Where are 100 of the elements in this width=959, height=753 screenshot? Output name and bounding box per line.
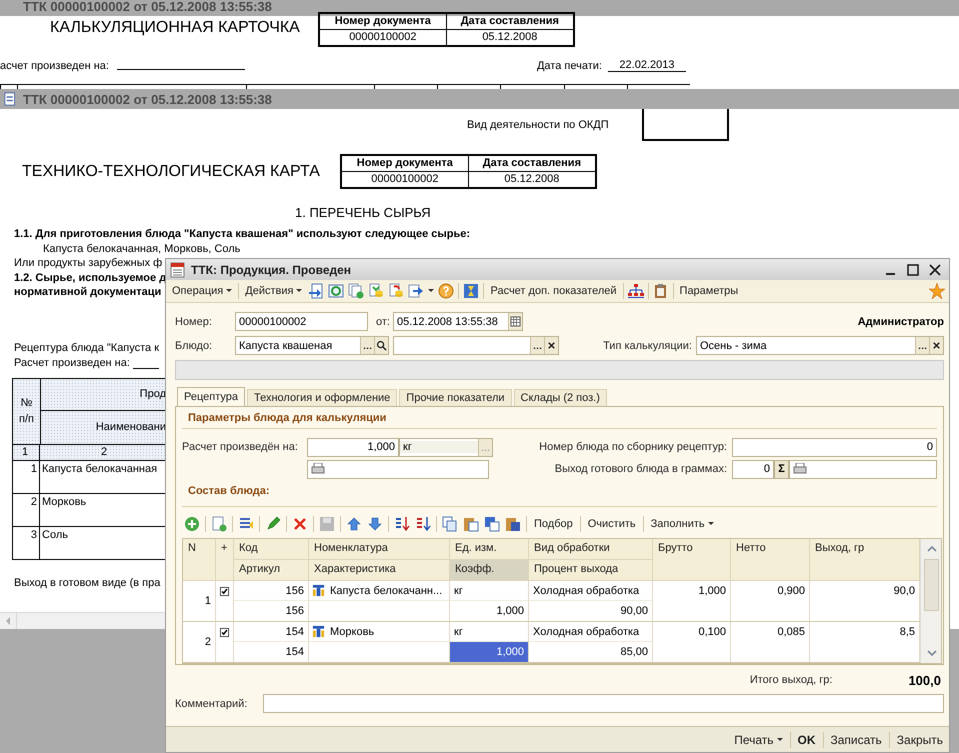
table-cell[interactable]: 1,000 bbox=[450, 601, 529, 621]
copy-icon[interactable] bbox=[442, 516, 458, 532]
table-cell: 85,00 bbox=[529, 642, 653, 662]
output-field[interactable]: 0 bbox=[732, 460, 774, 478]
add-icon[interactable] bbox=[184, 516, 200, 532]
doc-coins-icon[interactable] bbox=[368, 283, 384, 299]
calendar-icon[interactable] bbox=[508, 313, 522, 330]
checkbox[interactable] bbox=[220, 586, 229, 597]
table-cell-text: Соль bbox=[41, 528, 69, 542]
dish-field[interactable]: Капуста квашеная bbox=[235, 336, 389, 355]
vertical-scrollbar[interactable] bbox=[920, 539, 941, 663]
total-value: 100,0 bbox=[908, 672, 941, 688]
paragraph: 1.1. Для приготовления блюда "Капуста квашеная" используют следующее сырье: bbox=[14, 227, 470, 242]
table-cell: 2 bbox=[183, 622, 216, 662]
clear-icon[interactable] bbox=[929, 337, 943, 354]
print-field[interactable] bbox=[789, 460, 937, 478]
sum-button[interactable]: Σ bbox=[774, 460, 789, 478]
column-header[interactable]: + bbox=[216, 539, 234, 581]
document-heading: ТЕХНИКО-ТЕХНОЛОГИЧЕСКАЯ КАРТА bbox=[22, 162, 320, 180]
paste-disk-icon[interactable] bbox=[505, 516, 521, 532]
paste-icon[interactable] bbox=[463, 516, 479, 532]
tab[interactable]: Технология и оформление bbox=[247, 389, 398, 406]
column-header[interactable]: N bbox=[183, 539, 216, 581]
report-heading: КАЛЬКУЛЯЦИОННАЯ КАРТОЧКА bbox=[50, 19, 300, 37]
table-header: № п/п bbox=[13, 378, 41, 444]
caret-icon[interactable] bbox=[428, 289, 434, 293]
sort-ascending-icon[interactable] bbox=[394, 516, 410, 532]
table-cell-text: 00000100002 bbox=[370, 172, 440, 187]
select-button[interactable]: Подбор bbox=[532, 518, 575, 530]
hourglass-icon[interactable] bbox=[463, 283, 480, 299]
calc-label: асчет произведен на: bbox=[0, 60, 109, 72]
delete-icon[interactable] bbox=[292, 516, 308, 532]
column-header[interactable]: Брутто bbox=[653, 539, 731, 581]
number-field[interactable]: 00000100002 bbox=[235, 312, 368, 331]
parameters-button[interactable]: Параметры bbox=[678, 285, 740, 297]
user-name: Администратор bbox=[858, 316, 944, 328]
column-header[interactable]: Вид обработки bbox=[529, 539, 653, 560]
checkbox[interactable] bbox=[220, 627, 229, 638]
printer-icon[interactable] bbox=[311, 463, 325, 475]
column-header[interactable]: Код bbox=[234, 539, 309, 560]
column-header[interactable]: Артикул bbox=[234, 560, 309, 581]
fill-menu[interactable]: Заполнить bbox=[648, 518, 716, 530]
paste-special-icon[interactable] bbox=[484, 516, 500, 532]
calc-indicators-button[interactable]: Расчет доп. показателей bbox=[488, 285, 619, 297]
close-icon[interactable] bbox=[929, 264, 941, 276]
column-header[interactable]: Процент выхода bbox=[529, 560, 653, 581]
table-cell: 0,100 bbox=[653, 622, 731, 662]
tab[interactable]: Прочие показатели bbox=[399, 389, 512, 406]
dialog-button[interactable]: Закрыть bbox=[894, 732, 946, 746]
clear-icon[interactable] bbox=[544, 337, 558, 354]
help-icon[interactable] bbox=[438, 283, 454, 299]
window-title: ТТК 00000100002 от 05.12.2008 13:55:38 bbox=[22, 0, 272, 14]
print-menu[interactable]: Печать bbox=[731, 732, 786, 746]
sort-descending-icon[interactable] bbox=[415, 516, 431, 532]
paragraph: Капуста белокачанная, Морковь, Соль bbox=[43, 242, 240, 256]
table-header: Дата составления bbox=[446, 14, 573, 29]
unit-field[interactable]: кг bbox=[399, 438, 493, 456]
caret-icon bbox=[296, 289, 302, 293]
clipboard-icon[interactable] bbox=[652, 283, 669, 299]
tab[interactable]: Рецептура bbox=[177, 387, 245, 406]
table-header: Прод bbox=[41, 378, 166, 410]
pencil-icon[interactable] bbox=[265, 516, 281, 532]
arrow-down-icon[interactable] bbox=[367, 516, 383, 532]
copy-add-icon[interactable] bbox=[348, 283, 364, 299]
refresh-icon[interactable] bbox=[328, 283, 344, 299]
doc-coins-back-icon[interactable] bbox=[388, 283, 404, 299]
calc-type-field[interactable]: Осень - зима bbox=[696, 336, 944, 355]
horizontal-scrollbar[interactable] bbox=[0, 612, 165, 629]
dialog-button[interactable]: OK bbox=[794, 732, 818, 746]
table-cell: кг bbox=[450, 581, 529, 601]
scroll-thumb[interactable] bbox=[924, 559, 939, 611]
maximize-icon[interactable] bbox=[907, 264, 919, 276]
output-label: Выход готового блюда в граммах: bbox=[554, 463, 728, 475]
printer-icon[interactable] bbox=[793, 463, 807, 475]
actions-menu[interactable]: Действия bbox=[243, 285, 304, 297]
clear-button[interactable]: Очистить bbox=[586, 518, 638, 530]
comment-field[interactable] bbox=[263, 694, 944, 713]
output-note: Выход в готовом виде (в пра bbox=[14, 576, 160, 588]
table-cell[interactable]: 1,000 bbox=[450, 642, 529, 662]
operation-menu[interactable]: Операция bbox=[170, 285, 234, 297]
search-icon[interactable] bbox=[374, 337, 388, 354]
date-field[interactable]: 05.12.2008 13:55:38 bbox=[392, 312, 523, 331]
print-field[interactable] bbox=[307, 460, 489, 478]
add-doc-icon[interactable] bbox=[211, 516, 227, 532]
table-cell: 0,085 bbox=[731, 622, 810, 662]
arrow-up-icon[interactable] bbox=[346, 516, 362, 532]
column-header[interactable]: Коэфф. bbox=[450, 560, 529, 581]
column-header[interactable]: Нетто bbox=[731, 539, 810, 581]
tab[interactable]: Склады (2 поз.) bbox=[514, 389, 607, 406]
doc-arrow-icon[interactable] bbox=[308, 283, 324, 299]
dish-variant-field[interactable] bbox=[393, 336, 559, 355]
star-icon[interactable] bbox=[929, 283, 945, 299]
calc-on-field[interactable]: 1,000 bbox=[307, 438, 399, 456]
recipe-number-field[interactable]: 0 bbox=[732, 438, 937, 456]
tree-icon[interactable] bbox=[628, 283, 644, 299]
paragraph: Или продукты зарубежных ф bbox=[14, 256, 162, 270]
column-header[interactable]: Номенклатура bbox=[309, 539, 450, 560]
product-icon bbox=[312, 625, 325, 638]
doc-forward-icon[interactable] bbox=[408, 283, 424, 299]
dialog-button[interactable]: Записать bbox=[828, 732, 885, 746]
